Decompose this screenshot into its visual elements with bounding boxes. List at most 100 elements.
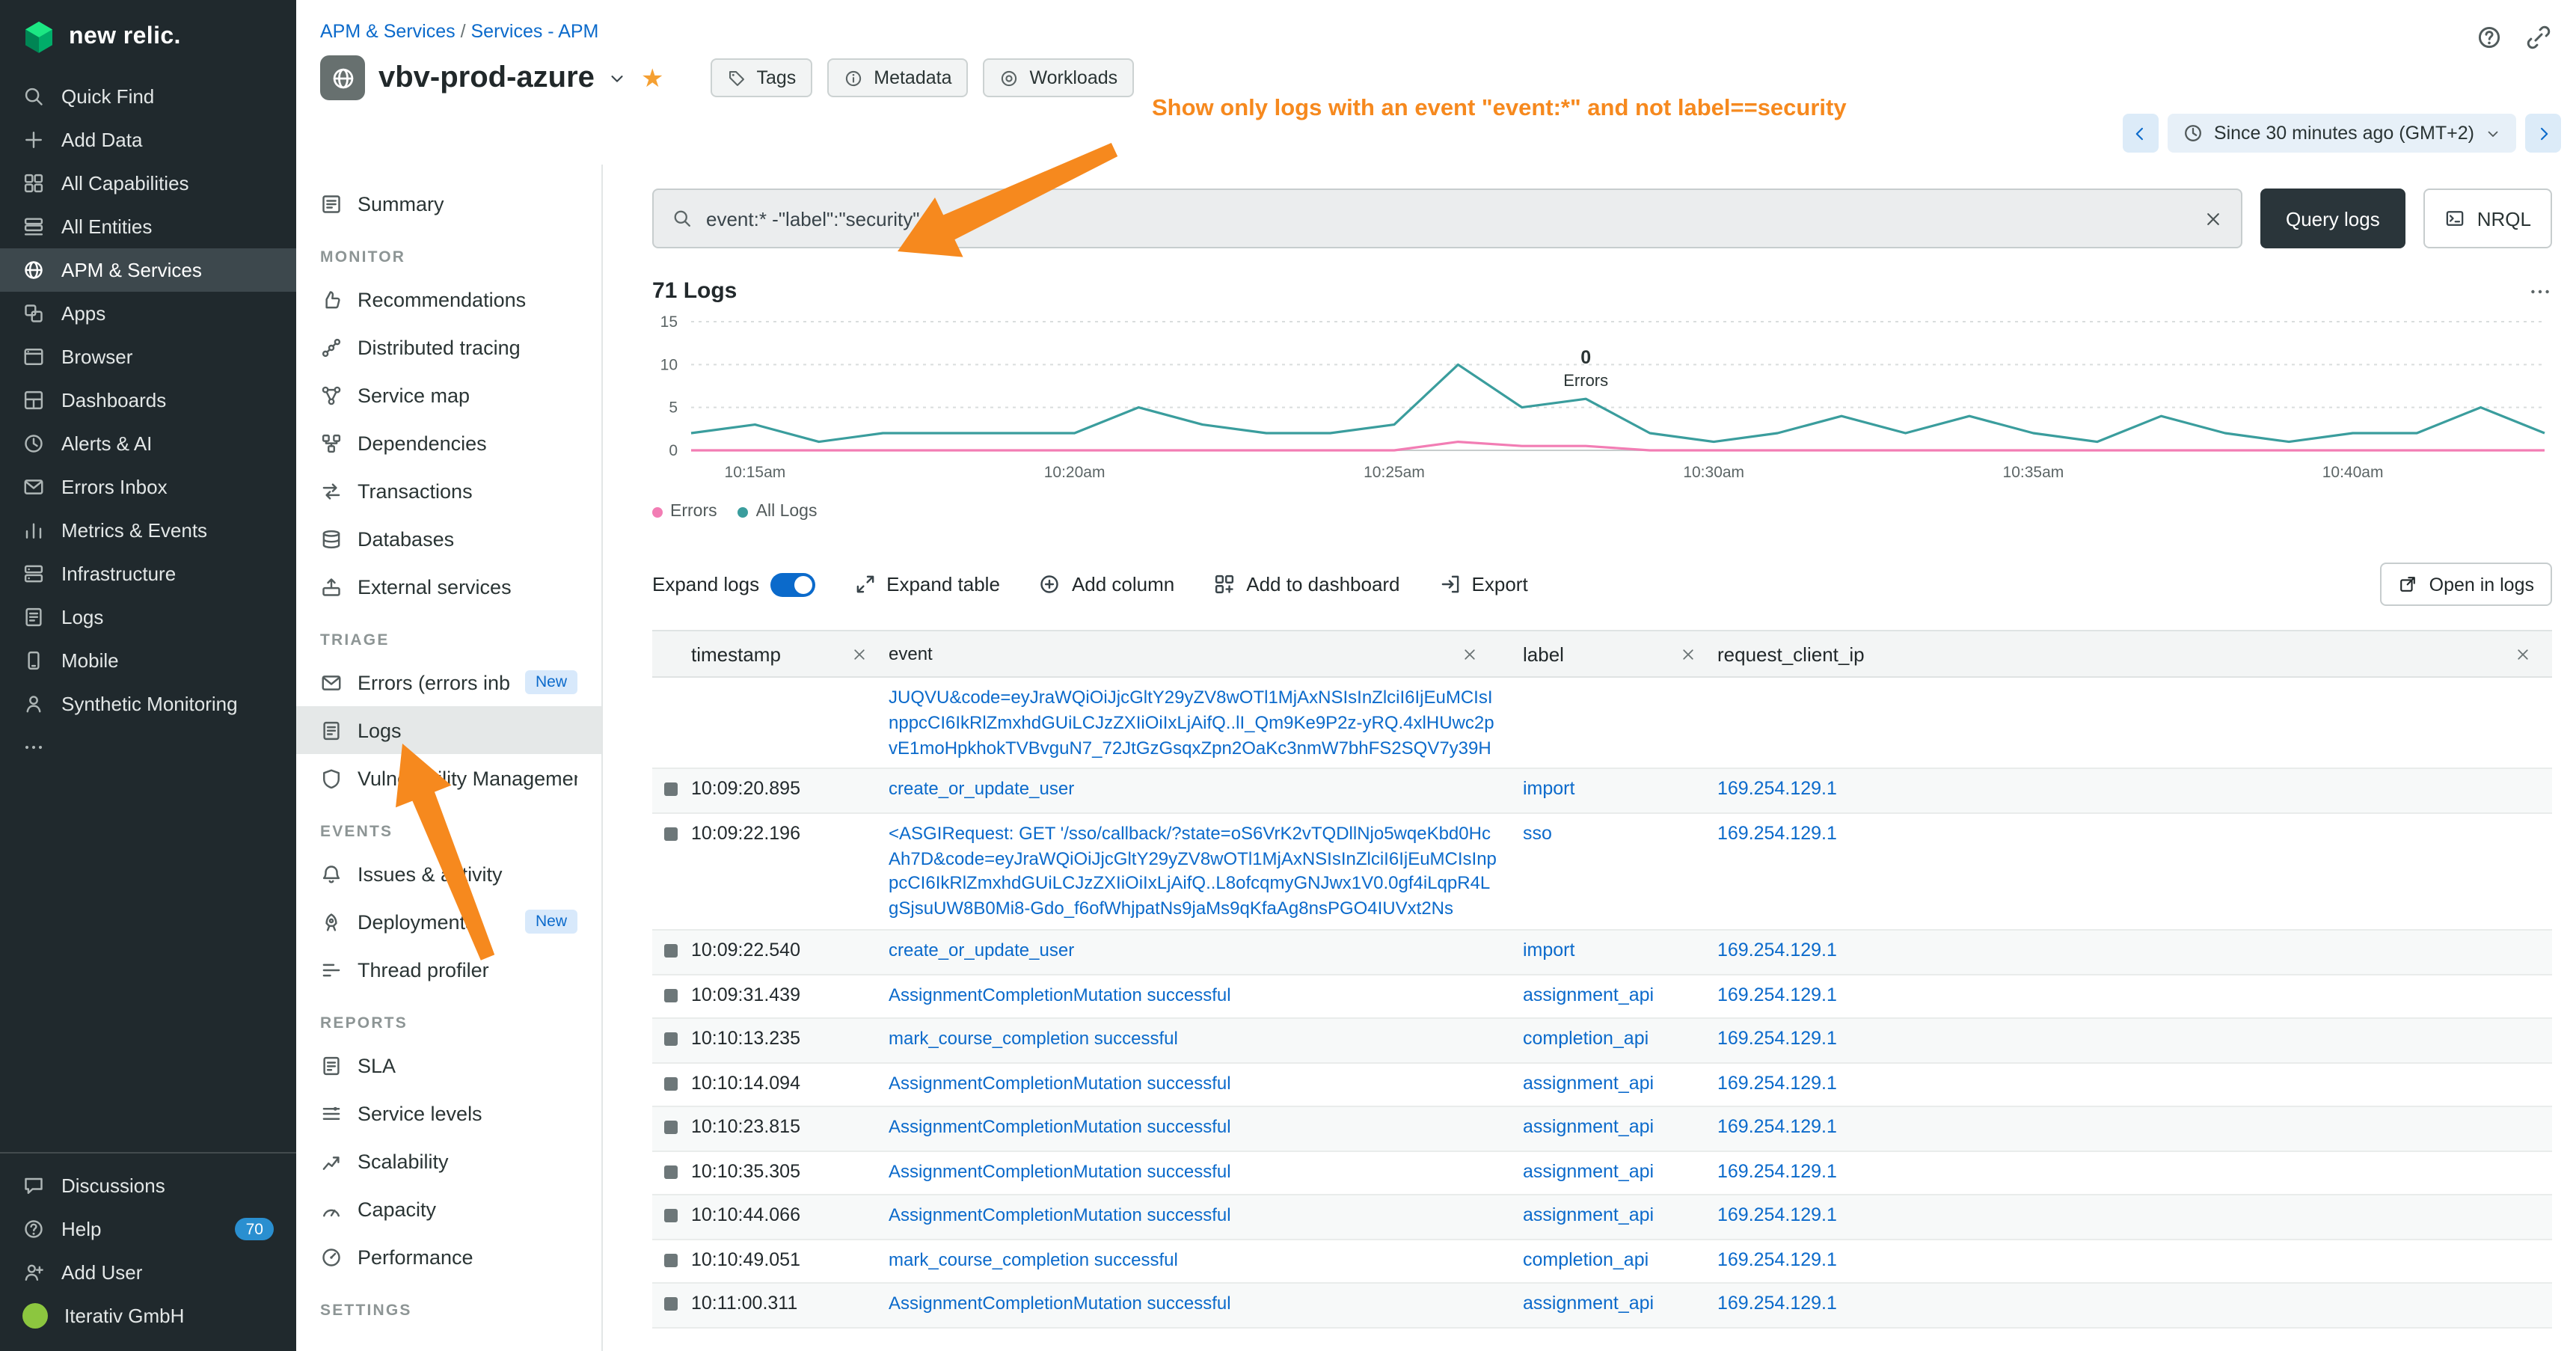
row-select-checkbox[interactable] (664, 1165, 678, 1178)
sidebar-item-help[interactable]: Help 70 (0, 1207, 296, 1251)
row-select-checkbox[interactable] (664, 783, 678, 797)
nrql-button[interactable]: NRQL (2423, 189, 2552, 248)
log-table-row[interactable]: 10:09:22.196 <ASGIRequest: GET '/sso/cal… (652, 814, 2552, 931)
brand[interactable]: new relic. (0, 0, 296, 75)
time-back-button[interactable] (2123, 114, 2159, 153)
label-link[interactable]: completion_api (1523, 1249, 1649, 1269)
column-header-event[interactable]: event (889, 643, 1523, 664)
log-table-row[interactable]: 10:09:20.895 create_or_update_user impor… (652, 770, 2552, 814)
ip-link[interactable]: 169.254.129.1 (1717, 1028, 1837, 1049)
sidebar-item-iterativ-gmbh[interactable]: Iterativ GmbH (0, 1294, 296, 1338)
event-link[interactable]: AssignmentCompletionMutation successful (889, 1203, 1499, 1228)
nav-item-recommendations[interactable]: Recommendations (296, 275, 601, 323)
event-link[interactable]: AssignmentCompletionMutation successful (889, 982, 1499, 1008)
sidebar-item-dashboards[interactable]: Dashboards (0, 379, 296, 422)
ip-link[interactable]: 169.254.129.1 (1717, 1293, 1837, 1314)
log-table-row[interactable]: 10:10:44.066 AssignmentCompletionMutatio… (652, 1195, 2552, 1240)
legend-item-errors[interactable]: Errors (652, 503, 717, 521)
nav-item-dependencies[interactable]: Dependencies (296, 419, 601, 467)
nav-item-sla[interactable]: SLA (296, 1041, 601, 1089)
time-picker[interactable]: Since 30 minutes ago (GMT+2) (2168, 114, 2516, 153)
sidebar-item-metrics-events[interactable]: Metrics & Events (0, 509, 296, 552)
row-select-checkbox[interactable] (664, 1253, 678, 1266)
remove-column-button[interactable] (2515, 646, 2531, 662)
query-logs-button[interactable]: Query logs (2260, 189, 2405, 248)
label-link[interactable]: assignment_api (1523, 1204, 1654, 1225)
ip-link[interactable]: 169.254.129.1 (1717, 984, 1837, 1005)
nav-item-service-levels[interactable]: Service levels (296, 1089, 601, 1137)
nav-item-deployments[interactable]: Deployments New (296, 898, 601, 946)
event-link[interactable]: <ASGIRequest: GET '/sso/callback/?state=… (889, 821, 1499, 922)
event-link[interactable]: AssignmentCompletionMutation successful (889, 1159, 1499, 1184)
sidebar-item-apm-services[interactable]: APM & Services (0, 248, 296, 292)
row-select-checkbox[interactable] (664, 1121, 678, 1134)
log-table-row[interactable]: 10:10:49.051 mark_course_completion succ… (652, 1240, 2552, 1284)
log-table-row[interactable]: 10:10:14.094 AssignmentCompletionMutatio… (652, 1063, 2552, 1107)
event-link[interactable]: AssignmentCompletionMutation successful (889, 1070, 1499, 1096)
nav-item-service-map[interactable]: Service map (296, 371, 601, 419)
nav-item-transactions[interactable]: Transactions (296, 467, 601, 515)
expand-logs-control[interactable]: Expand logs (652, 572, 815, 596)
label-link[interactable]: assignment_api (1523, 984, 1654, 1005)
label-link[interactable]: assignment_api (1523, 1116, 1654, 1137)
sidebar-item-errors-inbox[interactable]: Errors Inbox (0, 465, 296, 509)
row-select-checkbox[interactable] (664, 1297, 678, 1311)
sidebar-item-browser[interactable]: Browser (0, 335, 296, 379)
add-column-button[interactable]: Add column (1039, 573, 1174, 595)
chip-tags[interactable]: Tags (710, 58, 812, 97)
row-select-checkbox[interactable] (664, 944, 678, 958)
label-link[interactable]: import (1523, 940, 1574, 961)
sidebar-item-add-user[interactable]: Add User (0, 1251, 296, 1294)
sidebar-item-add-data[interactable]: Add Data (0, 118, 296, 162)
breadcrumb-link-services-apm[interactable]: Services - APM (471, 21, 599, 42)
row-select-checkbox[interactable] (664, 827, 678, 841)
row-select-checkbox[interactable] (664, 1032, 678, 1046)
column-header-label[interactable]: label (1523, 643, 1717, 665)
row-select-checkbox[interactable] (664, 1076, 678, 1090)
ip-link[interactable]: 169.254.129.1 (1717, 1249, 1837, 1269)
label-link[interactable]: assignment_api (1523, 1072, 1654, 1093)
time-forward-button[interactable] (2525, 114, 2561, 153)
label-link[interactable]: completion_api (1523, 1028, 1649, 1049)
permalink-icon[interactable] (2525, 24, 2552, 51)
event-link[interactable]: AssignmentCompletionMutation successful (889, 1291, 1499, 1317)
remove-column-button[interactable] (1680, 646, 1696, 662)
log-table-row[interactable]: 10:10:13.235 mark_course_completion succ… (652, 1019, 2552, 1063)
remove-column-button[interactable] (1462, 646, 1478, 662)
expand-table-button[interactable]: Expand table (853, 573, 1000, 595)
label-link[interactable]: assignment_api (1523, 1160, 1654, 1181)
label-link[interactable]: import (1523, 779, 1574, 800)
nav-item-distributed-tracing[interactable]: Distributed tracing (296, 323, 601, 371)
export-button[interactable]: Export (1439, 573, 1528, 595)
sidebar-item-discussions[interactable]: Discussions (0, 1164, 296, 1207)
log-table-row[interactable]: 10:09:22.540 create_or_update_user impor… (652, 931, 2552, 975)
ip-link[interactable]: 169.254.129.1 (1717, 1072, 1837, 1093)
label-link[interactable]: assignment_api (1523, 1293, 1654, 1314)
chip-metadata[interactable]: Metadata (827, 58, 968, 97)
ip-link[interactable]: 169.254.129.1 (1717, 1116, 1837, 1137)
nav-item-scalability[interactable]: Scalability (296, 1137, 601, 1185)
favorite-star-icon[interactable]: ★ (641, 65, 664, 91)
sidebar-item-all-entities[interactable]: All Entities (0, 205, 296, 248)
sidebar-item-all-capabilities[interactable]: All Capabilities (0, 162, 296, 205)
nav-item-issues-activity[interactable]: Issues & activity (296, 850, 601, 898)
row-select-checkbox[interactable] (664, 988, 678, 1002)
expand-logs-toggle[interactable] (770, 572, 815, 596)
sidebar-item-alerts-ai[interactable]: Alerts & AI (0, 422, 296, 465)
clear-query-button[interactable] (2204, 209, 2223, 228)
help-circle-icon[interactable] (2476, 24, 2503, 51)
event-link[interactable]: mark_course_completion successful (889, 1247, 1499, 1272)
sidebar-item-mobile[interactable]: Mobile (0, 639, 296, 682)
add-to-dashboard-button[interactable]: Add to dashboard (1213, 573, 1399, 595)
log-table-row[interactable]: 10:10:23.815 AssignmentCompletionMutatio… (652, 1107, 2552, 1151)
open-in-logs-button[interactable]: Open in logs (2380, 563, 2552, 606)
sidebar-item-apps[interactable]: Apps (0, 292, 296, 335)
breadcrumb-link-apm-services[interactable]: APM & Services (320, 21, 456, 42)
nav-item-errors-errors-inb[interactable]: Errors (errors inb... New (296, 658, 601, 706)
more-options-icon[interactable] (2528, 279, 2552, 303)
chip-workloads[interactable]: Workloads (984, 58, 1135, 97)
label-link[interactable]: sso (1523, 823, 1552, 844)
sidebar-item-quick-find[interactable]: Quick Find (0, 75, 296, 118)
column-header-request-client-ip[interactable]: request_client_ip (1717, 643, 2552, 665)
ip-link[interactable]: 169.254.129.1 (1717, 823, 1837, 844)
